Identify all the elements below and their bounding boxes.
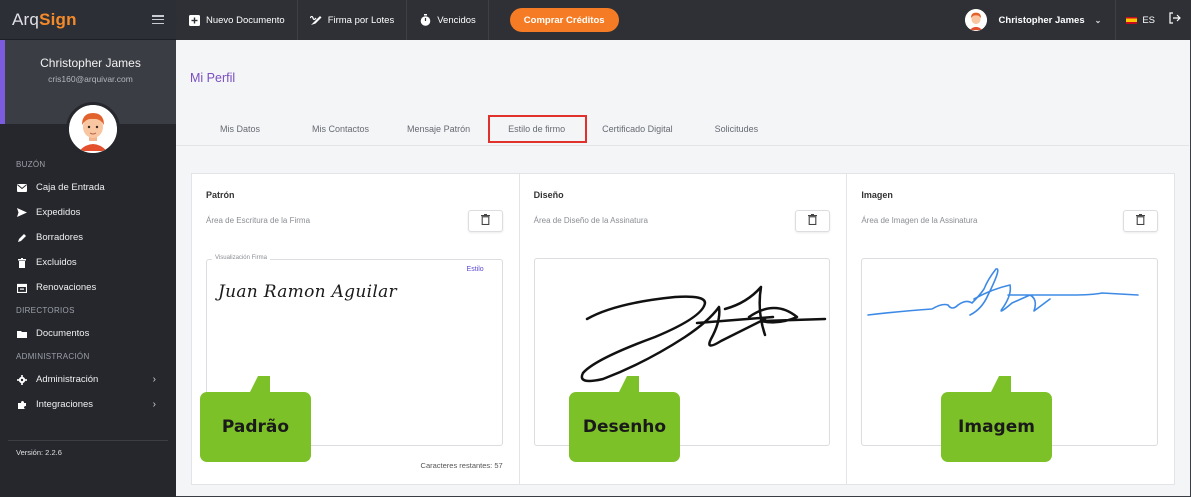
panel-subtitle: Área de Imagen de la Assinatura [861, 216, 978, 225]
sidebar-item-administracion[interactable]: Administración › [0, 367, 176, 392]
brand-bar: ArqSign [0, 0, 176, 40]
tab-mensaje-patron[interactable]: Mensaje Patrón [389, 115, 488, 143]
sidebar-divider [8, 440, 168, 441]
section-directorios: DIRECTORIOS [16, 306, 75, 315]
puzzle-icon [16, 399, 27, 410]
user-menu[interactable]: Christopher James ⌄ [959, 0, 1116, 40]
logo-text-sign: Sign [39, 9, 77, 29]
callout-desenho: Desenho [569, 376, 680, 462]
field-label: Visualización Firma [212, 255, 270, 261]
plus-square-icon [188, 14, 200, 26]
sidebar-item-expedidos[interactable]: Expedidos [0, 200, 176, 225]
sidebar-profile: Christopher James cris160@arquivar.com [0, 40, 176, 156]
logo-text-arq: Arq [12, 9, 40, 29]
chevron-right-icon: › [152, 374, 156, 385]
panel-title: Imagen [861, 190, 893, 200]
app-logo[interactable]: ArqSign [12, 10, 77, 30]
sidebar-item-label: Administración [36, 374, 99, 385]
sidebar-item-label: Documentos [36, 328, 90, 339]
trash-icon [808, 212, 818, 230]
sidebar-item-label: Borradores [36, 232, 83, 243]
sidebar-item-label: Excluidos [36, 257, 77, 268]
batch-sign-button[interactable]: Firma por Lotes [298, 0, 408, 40]
sidebar-item-label: Renovaciones [36, 282, 97, 293]
language-selector[interactable]: ES [1115, 0, 1165, 40]
panel-subtitle: Área de Escritura de la Firma [206, 216, 311, 225]
profile-email: cris160@arquivar.com [48, 74, 133, 84]
callout-imagem: Imagem [941, 376, 1052, 462]
trash-icon [480, 212, 490, 230]
version-label: Versión: 2.2.6 [16, 448, 62, 457]
pencil-icon [16, 232, 27, 243]
sidebar-item-label: Expedidos [36, 207, 81, 218]
panel-title: Diseño [533, 190, 564, 200]
tab-estilo-de-firma[interactable]: Estilo de firmo [488, 115, 588, 143]
section-administracion: ADMINISTRACIÓN [16, 352, 90, 361]
sidebar-item-excluidos[interactable]: Excluidos [0, 250, 176, 275]
logout-button[interactable] [1165, 0, 1191, 40]
style-link[interactable]: Estilo [467, 266, 484, 273]
expired-button[interactable]: Vencidos [407, 0, 489, 40]
callout-padrao: Padrão [200, 376, 311, 462]
sidebar: ArqSign Christopher James cris160@arquiv… [0, 0, 176, 497]
sidebar-item-caja-de-entrada[interactable]: Caja de Entrada [0, 175, 176, 200]
user-menu-name: Christopher James [998, 14, 1085, 26]
delete-button[interactable] [1123, 210, 1159, 232]
panel-title: Patrón [206, 190, 235, 200]
topbar-right: Christopher James ⌄ ES [959, 0, 1191, 40]
trash-icon [1136, 212, 1146, 230]
tab-certificado-digital[interactable]: Certificado Digital [587, 115, 693, 143]
trash-icon [16, 257, 27, 268]
signature-icon [309, 14, 322, 26]
page-header: Mi Perfil Mis Datos Mis Contactos Mensaj… [176, 40, 1189, 146]
send-icon [16, 207, 27, 218]
page-title: Mi Perfil [190, 71, 236, 85]
folder-icon [16, 328, 27, 339]
expired-label: Vencidos [437, 14, 476, 26]
menu-toggle-icon[interactable] [152, 15, 164, 24]
avatar[interactable] [66, 102, 120, 156]
mail-icon [16, 182, 27, 193]
sidebar-item-documentos[interactable]: Documentos [0, 321, 176, 346]
sidebar-item-integraciones[interactable]: Integraciones › [0, 392, 176, 417]
gear-icon [16, 374, 27, 385]
chevron-right-icon: › [152, 399, 156, 410]
spain-flag-icon [1126, 16, 1138, 24]
avatar [964, 9, 987, 31]
sidebar-item-renovaciones[interactable]: Renovaciones [0, 275, 176, 300]
sidebar-item-label: Integraciones [36, 399, 94, 410]
section-buzon: BUZÓN [16, 160, 46, 169]
typed-signature: Juan Ramon Aguilar [218, 282, 397, 302]
top-bar: Nuevo Documento Firma por Lotes Vencidos… [176, 0, 1191, 40]
batch-sign-label: Firma por Lotes [327, 14, 395, 26]
profile-tabs: Mis Datos Mis Contactos Mensaje Patrón E… [190, 115, 778, 143]
language-code: ES [1142, 14, 1155, 26]
stopwatch-icon [419, 14, 431, 26]
logout-icon [1169, 11, 1181, 29]
delete-button[interactable] [795, 210, 831, 232]
panel-subtitle: Área de Diseño de la Assinatura [533, 216, 648, 225]
chevron-down-icon: ⌄ [1094, 15, 1102, 25]
profile-name: Christopher James [40, 56, 141, 70]
new-document-label: Nuevo Documento [206, 14, 285, 26]
sidebar-item-borradores[interactable]: Borradores [0, 225, 176, 250]
chars-remaining: Caracteres restantes: 57 [420, 461, 503, 470]
tab-solicitudes[interactable]: Solicitudes [693, 115, 779, 143]
tab-mis-contactos[interactable]: Mis Contactos [302, 115, 389, 143]
calendar-icon [16, 282, 27, 293]
buy-credits-button[interactable]: Comprar Créditos [509, 8, 619, 32]
tab-mis-datos[interactable]: Mis Datos [190, 115, 302, 143]
sidebar-item-label: Caja de Entrada [36, 182, 105, 193]
delete-button[interactable] [467, 210, 503, 232]
new-document-button[interactable]: Nuevo Documento [176, 0, 298, 40]
